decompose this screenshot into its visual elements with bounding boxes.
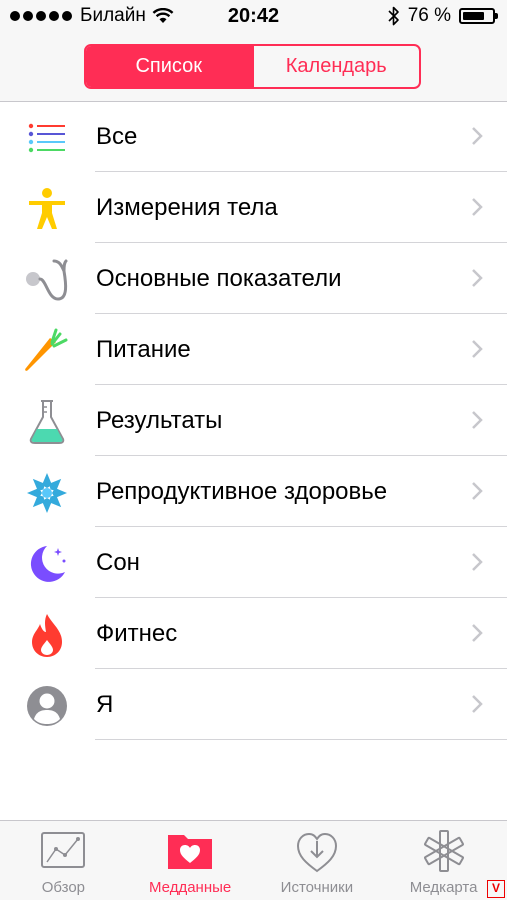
- category-label: Питание: [96, 335, 191, 363]
- category-label: Измерения тела: [96, 193, 278, 221]
- status-bar: Билайн 20:42 76 %: [0, 0, 507, 34]
- person-icon: [24, 683, 70, 729]
- carrot-icon: [24, 328, 70, 374]
- category-row-all[interactable]: Все: [0, 101, 507, 172]
- folder-heart-icon: [168, 835, 213, 869]
- category-label: Результаты: [96, 406, 223, 434]
- chevron-right-icon: [472, 624, 483, 642]
- tab-label: Медданные: [149, 879, 232, 896]
- category-label: Репродуктивное здоровье: [96, 477, 388, 505]
- chevron-right-icon: [472, 269, 483, 287]
- category-row-sleep[interactable]: Сон: [0, 527, 507, 598]
- battery-icon: [459, 8, 498, 24]
- tab-overview[interactable]: Обзор: [0, 821, 127, 900]
- category-row-vitals[interactable]: Основные показатели: [0, 243, 507, 314]
- tab-bar: Обзор Медданные Источники Медкарта V: [0, 820, 507, 900]
- category-label: Фитнес: [96, 619, 178, 647]
- category-list: Все Измерения тела Основные показатели П…: [0, 101, 507, 740]
- watermark-logo: V: [487, 880, 505, 898]
- dashboard-icon: [41, 832, 86, 868]
- medical-star-icon: [423, 830, 464, 872]
- chevron-right-icon: [472, 411, 483, 429]
- list-icon: [24, 115, 70, 161]
- category-label: Сон: [96, 548, 140, 576]
- category-row-results[interactable]: Результаты: [0, 385, 507, 456]
- bluetooth-icon: [388, 6, 399, 26]
- view-segmented-control: Список Календарь: [84, 44, 421, 89]
- battery-percent: 76 %: [407, 5, 451, 26]
- tab-label: Обзор: [41, 879, 86, 896]
- download-heart-icon: [296, 832, 337, 873]
- category-label: Я: [96, 690, 114, 718]
- chevron-right-icon: [472, 340, 483, 358]
- stethoscope-icon: [24, 257, 70, 303]
- category-row-body-measurements[interactable]: Измерения тела: [0, 172, 507, 243]
- category-row-nutrition[interactable]: Питание: [0, 314, 507, 385]
- category-label: Основные показатели: [96, 264, 342, 292]
- chevron-right-icon: [472, 198, 483, 216]
- navigation-header: Список Календарь: [0, 34, 507, 102]
- moon-icon: [24, 541, 70, 587]
- flask-icon: [24, 399, 70, 445]
- tab-health-data[interactable]: Медданные: [127, 821, 254, 900]
- flame-icon: [24, 612, 70, 658]
- segment-list[interactable]: Список: [86, 46, 252, 87]
- chevron-right-icon: [472, 695, 483, 713]
- category-row-me[interactable]: Я: [0, 669, 507, 740]
- chevron-right-icon: [472, 482, 483, 500]
- category-row-fitness[interactable]: Фитнес: [0, 598, 507, 669]
- tab-label: Источники: [280, 879, 354, 896]
- chevron-right-icon: [472, 553, 483, 571]
- category-row-reproductive-health[interactable]: Репродуктивное здоровье: [0, 456, 507, 527]
- segment-calendar[interactable]: Календарь: [251, 46, 420, 87]
- chevron-right-icon: [472, 127, 483, 145]
- tab-sources[interactable]: Источники: [254, 821, 381, 900]
- flower-icon: [24, 470, 70, 516]
- category-label: Все: [96, 122, 138, 150]
- body-figure-icon: [24, 186, 70, 232]
